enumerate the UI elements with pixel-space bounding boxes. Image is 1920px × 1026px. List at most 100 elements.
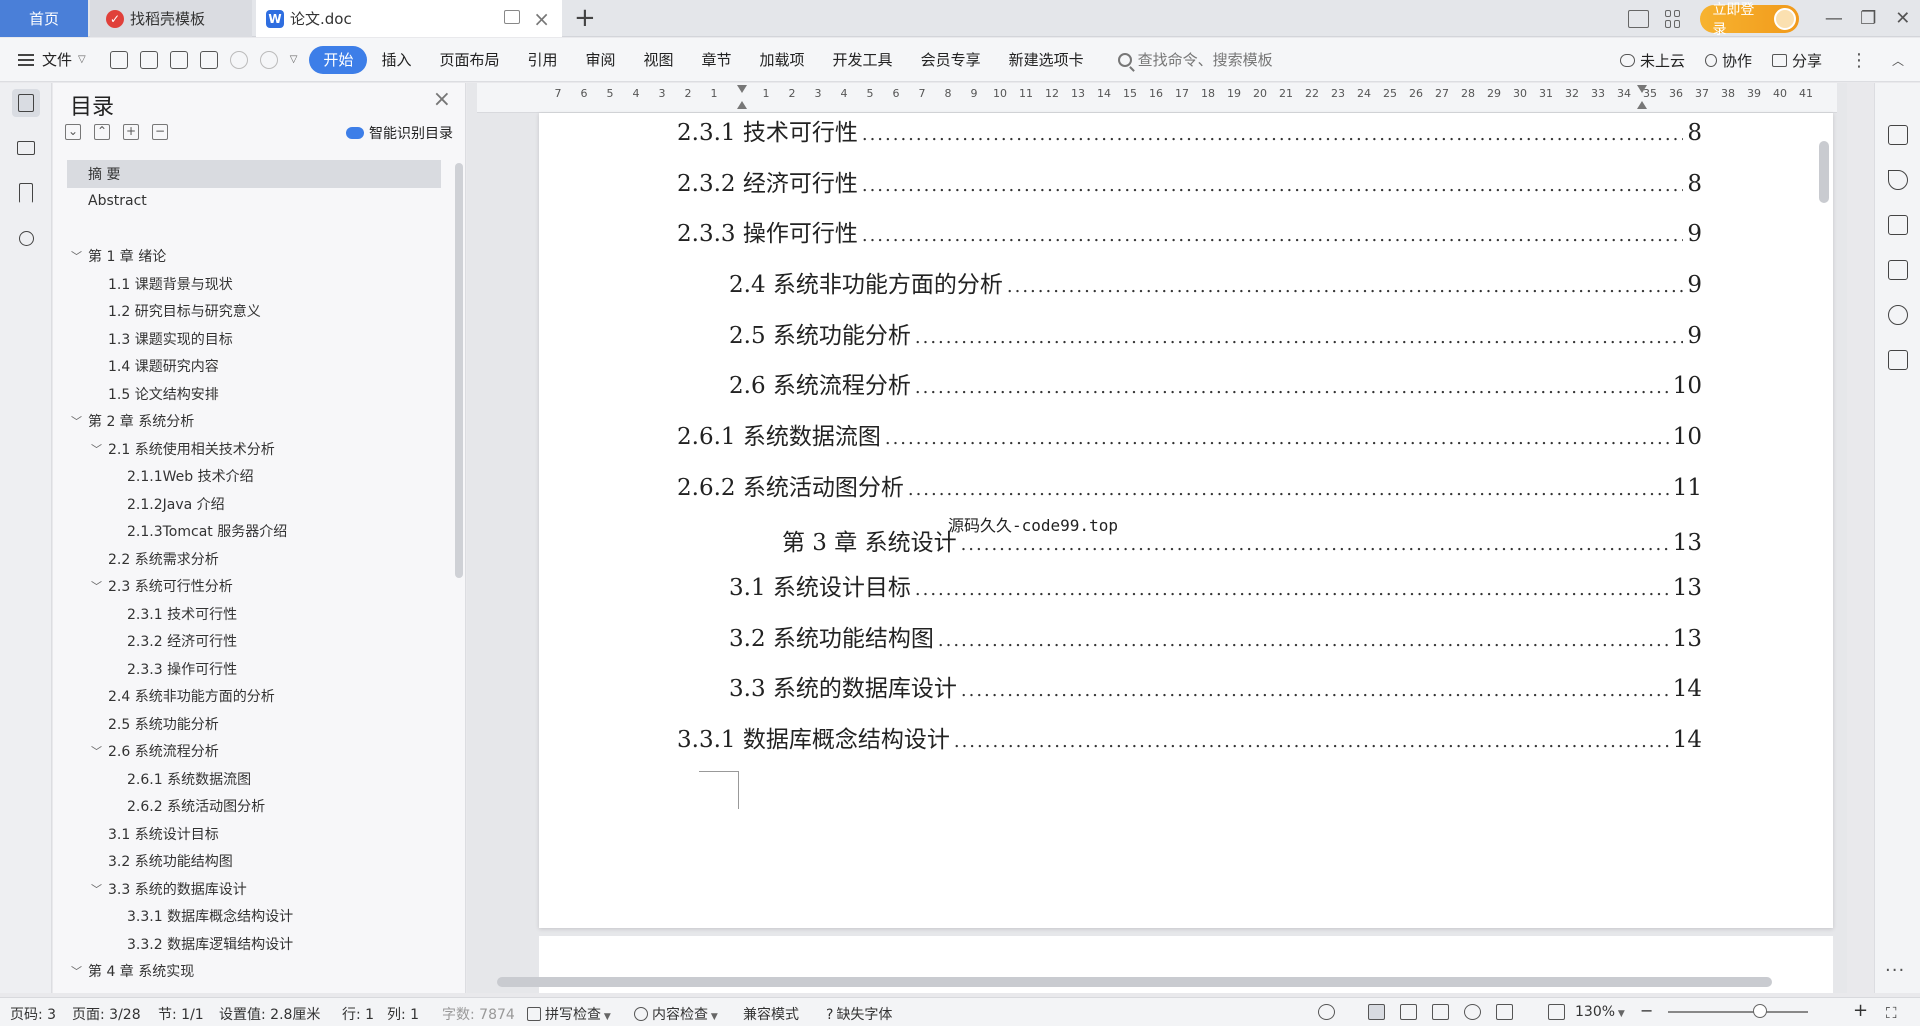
chevron-down-icon[interactable]: ﹀	[91, 743, 102, 759]
menu-tab[interactable]: 新建选项卡	[995, 46, 1098, 74]
expand-all-icon[interactable]: ⌃	[94, 124, 110, 140]
toc-item[interactable]: 2.1.3Tomcat 服务器介绍	[67, 518, 441, 546]
menu-tab[interactable]: 插入	[367, 46, 425, 74]
toc-entry[interactable]: 2.6 系统流程分析 10	[729, 366, 1702, 400]
menu-tab[interactable]: 会员专享	[907, 46, 995, 74]
chevron-down-icon[interactable]: ﹀	[91, 441, 102, 457]
chevron-down-icon[interactable]: ﹀	[91, 578, 102, 594]
toc-entry[interactable]: 2.3.3 操作可行性 9	[677, 214, 1702, 248]
redo-icon[interactable]	[259, 50, 278, 69]
image-tools-icon[interactable]	[1888, 260, 1908, 280]
toc-entry[interactable]: 2.6.1 系统数据流图 10	[677, 417, 1702, 451]
print-preview-icon[interactable]	[199, 50, 218, 69]
compat-mode-label[interactable]: 兼容模式	[743, 1004, 799, 1024]
content-check-button[interactable]: 内容检查 ▼	[634, 1004, 718, 1024]
spell-check-button[interactable]: 拼写检查 ▼	[527, 1004, 611, 1024]
write-view-icon[interactable]	[1496, 1004, 1513, 1020]
menu-tab[interactable]: 加载项	[746, 46, 819, 74]
indent-marker[interactable]	[737, 85, 747, 109]
menu-tab[interactable]: 开始	[309, 45, 368, 74]
toc-item[interactable]: 1.1 课题背景与现状	[67, 270, 441, 298]
toc-item[interactable]: 2.6.1 系统数据流图	[67, 765, 441, 793]
file-menu[interactable]: 文件 ▽	[0, 49, 86, 70]
menu-tab[interactable]: 章节	[688, 46, 746, 74]
customize-toolbar-icon[interactable]: ▽	[290, 54, 298, 65]
toc-entry[interactable]: 3.2 系统功能结构图 13	[729, 619, 1702, 653]
collaborate-button[interactable]: 协作	[1704, 50, 1752, 71]
eye-protection-icon[interactable]	[1318, 1004, 1335, 1020]
close-tab-icon[interactable]: ×	[533, 7, 550, 31]
menu-tab[interactable]: 开发工具	[819, 46, 907, 74]
add-heading-icon[interactable]: +	[123, 124, 139, 140]
toc-entry[interactable]: 3.1 系统设计目标 13	[729, 568, 1702, 602]
toc-item[interactable]: 2.3.2 经济可行性	[67, 628, 441, 656]
cloud-status-button[interactable]: 未上云	[1619, 50, 1685, 71]
toc-item[interactable]: ﹀ 3.3 系统的数据库设计	[67, 875, 441, 903]
window-pin-icon[interactable]	[504, 10, 520, 24]
horizontal-scrollbar[interactable]	[497, 977, 1772, 987]
command-search[interactable]: 查找命令、搜索模板	[1117, 49, 1273, 70]
export-pdf-icon[interactable]	[139, 50, 158, 69]
collapse-ribbon-icon[interactable]: ︿	[1892, 52, 1904, 69]
ai-assistant-icon[interactable]	[1888, 305, 1908, 325]
new-tab-button[interactable]: +	[574, 3, 596, 33]
zoom-out-button[interactable]: −	[1640, 1001, 1653, 1020]
section-status[interactable]: 节: 1/1	[158, 1004, 204, 1024]
remove-heading-icon[interactable]: −	[152, 124, 168, 140]
tab-template-store[interactable]: ✓ 找稻壳模板	[90, 0, 252, 37]
toc-entry[interactable]: 2.5 系统功能分析 9	[729, 316, 1702, 350]
toc-entry[interactable]: 2.3.2 经济可行性 8	[677, 164, 1702, 198]
toc-item[interactable]: 2.3.3 操作可行性	[67, 655, 441, 683]
toc-item[interactable]: 1.4 课题研究内容	[67, 353, 441, 381]
toc-item[interactable]: 3.3.1 数据库概念结构设计	[67, 903, 441, 931]
more-options-icon[interactable]: ⋮	[1850, 50, 1868, 71]
toc-entry[interactable]: 3.3 系统的数据库设计 14	[729, 669, 1702, 703]
vertical-scrollbar[interactable]	[1819, 141, 1829, 203]
tab-document[interactable]: W 论文.doc ×	[256, 0, 562, 37]
toc-entry[interactable]: 2.3.1 技术可行性 8	[677, 113, 1702, 147]
tab-home[interactable]: 首页	[0, 0, 88, 37]
toc-item[interactable]: 摘 要	[67, 160, 441, 188]
bookmark-button[interactable]	[12, 179, 40, 207]
restore-button[interactable]: ❐	[1851, 8, 1885, 29]
collapse-all-icon[interactable]: ⌄	[65, 124, 81, 140]
horizontal-ruler[interactable]: 7 6 5 4 3 2 1 1 2 3 4 5 6 7 8 9 10 11 12 13 14 15 16 17 18 19 20 21…	[477, 83, 1837, 113]
reading-view-icon[interactable]	[1432, 1004, 1449, 1020]
toc-entry[interactable]: 第 3 章 系统设计 13	[782, 523, 1702, 557]
web-view-icon[interactable]	[1464, 1004, 1481, 1020]
chevron-down-icon[interactable]: ﹀	[71, 248, 82, 264]
toc-item[interactable]: ﹀ 第 4 章 系统实现	[67, 958, 441, 986]
toc-entry[interactable]: 2.6.2 系统活动图分析 11	[677, 468, 1702, 502]
toc-item[interactable]: 2.1.2Java 介绍	[67, 490, 441, 518]
toc-item[interactable]: 3.1 系统设计目标	[67, 820, 441, 848]
zoom-level[interactable]: 130% ▼	[1575, 1004, 1625, 1020]
smart-toc-button[interactable]: 智能识别目录	[346, 123, 453, 143]
edit-pen-icon[interactable]	[1888, 125, 1908, 145]
chapter-nav-button[interactable]	[12, 134, 40, 162]
select-cursor-icon[interactable]	[1888, 170, 1908, 190]
reading-mode-icon[interactable]	[1888, 350, 1908, 370]
chevron-down-icon[interactable]: ﹀	[91, 881, 102, 897]
layout-icon[interactable]	[1628, 9, 1649, 28]
setting-value-status[interactable]: 设置值: 2.8厘米	[219, 1004, 320, 1024]
toc-item[interactable]: 2.5 系统功能分析	[67, 710, 441, 738]
print-icon[interactable]	[169, 50, 188, 69]
toc-item[interactable]: 1.3 课题实现的目标	[67, 325, 441, 353]
toc-entry[interactable]: 3.3.1 数据库概念结构设计 14	[677, 720, 1702, 754]
toc-item[interactable]: 2.2 系统需求分析	[67, 545, 441, 573]
page-view-icon[interactable]	[1368, 1004, 1385, 1020]
word-count-status[interactable]: 字数: 7874	[442, 1004, 515, 1024]
toc-item[interactable]: 2.6.2 系统活动图分析	[67, 793, 441, 821]
zoom-in-button[interactable]: +	[1853, 1000, 1868, 1021]
missing-font-button[interactable]: ? 缺失字体	[826, 1004, 892, 1024]
toc-item[interactable]: 2.4 系统非功能方面的分析	[67, 683, 441, 711]
zoom-slider-handle[interactable]	[1753, 1004, 1767, 1018]
page-status[interactable]: 页面: 3/28	[72, 1004, 141, 1024]
settings-sliders-icon[interactable]	[1888, 215, 1908, 235]
toc-item[interactable]: 2.1.1Web 技术介绍	[67, 463, 441, 491]
toc-entry[interactable]: 2.4 系统非功能方面的分析 9	[729, 265, 1702, 299]
menu-tab[interactable]: 引用	[513, 46, 571, 74]
toc-item[interactable]: 1.2 研究目标与研究意义	[67, 298, 441, 326]
right-indent-marker[interactable]	[1637, 85, 1647, 109]
menu-tab[interactable]: 审阅	[571, 46, 629, 74]
